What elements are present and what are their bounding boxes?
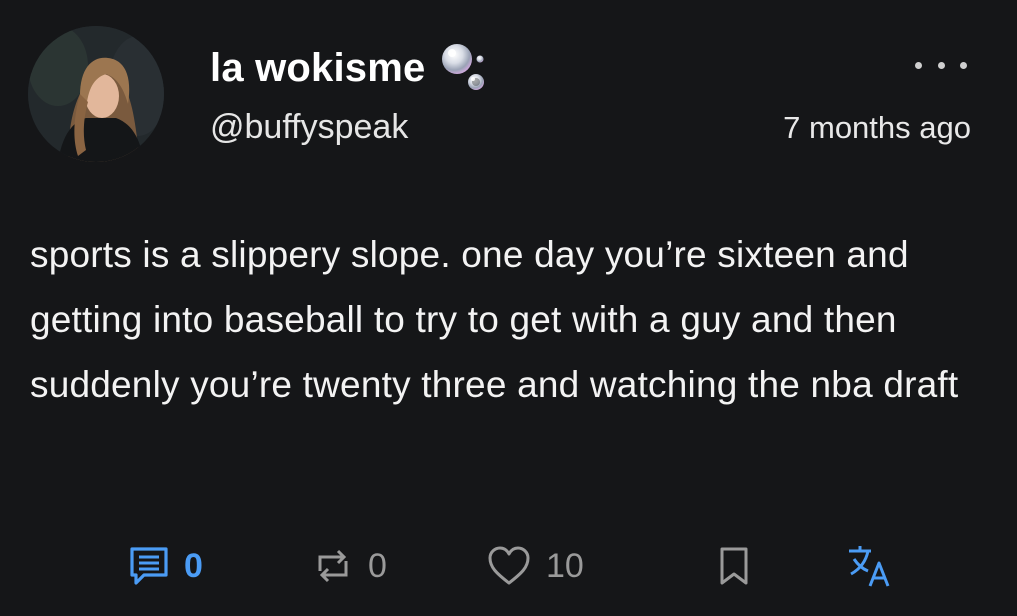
avatar[interactable] [28, 26, 164, 162]
bookmark-button[interactable] [716, 540, 752, 592]
heart-icon [488, 546, 530, 585]
avatar-image [28, 26, 164, 162]
display-name[interactable]: la wokisme [210, 42, 489, 94]
dot-icon [937, 61, 945, 69]
bubbles-icon [442, 44, 485, 90]
bookmark-icon [720, 547, 748, 585]
like-button[interactable]: 10 [486, 540, 584, 592]
translate-button[interactable] [846, 540, 894, 592]
repost-count: 0 [368, 546, 387, 585]
reply-button[interactable]: 0 [128, 540, 203, 592]
repost-button[interactable]: 0 [312, 540, 387, 592]
author-handle[interactable]: @buffyspeak [210, 108, 408, 147]
reply-count: 0 [184, 546, 203, 585]
dot-icon [915, 61, 922, 69]
post-body: sports is a slippery slope. one day you’… [30, 234, 959, 405]
translate-icon [849, 546, 890, 587]
repost-icon [318, 549, 348, 583]
dot-icon [960, 61, 967, 69]
comment-icon [130, 547, 168, 585]
more-options-button[interactable] [915, 50, 967, 80]
post-card: la wokisme @buffyspeak 7 months ago spor… [0, 0, 1017, 616]
display-name-text: la wokisme [210, 45, 426, 90]
action-bar: 0 0 10 [0, 540, 1017, 592]
post-timestamp[interactable]: 7 months ago [783, 110, 971, 146]
like-count: 10 [546, 546, 584, 585]
